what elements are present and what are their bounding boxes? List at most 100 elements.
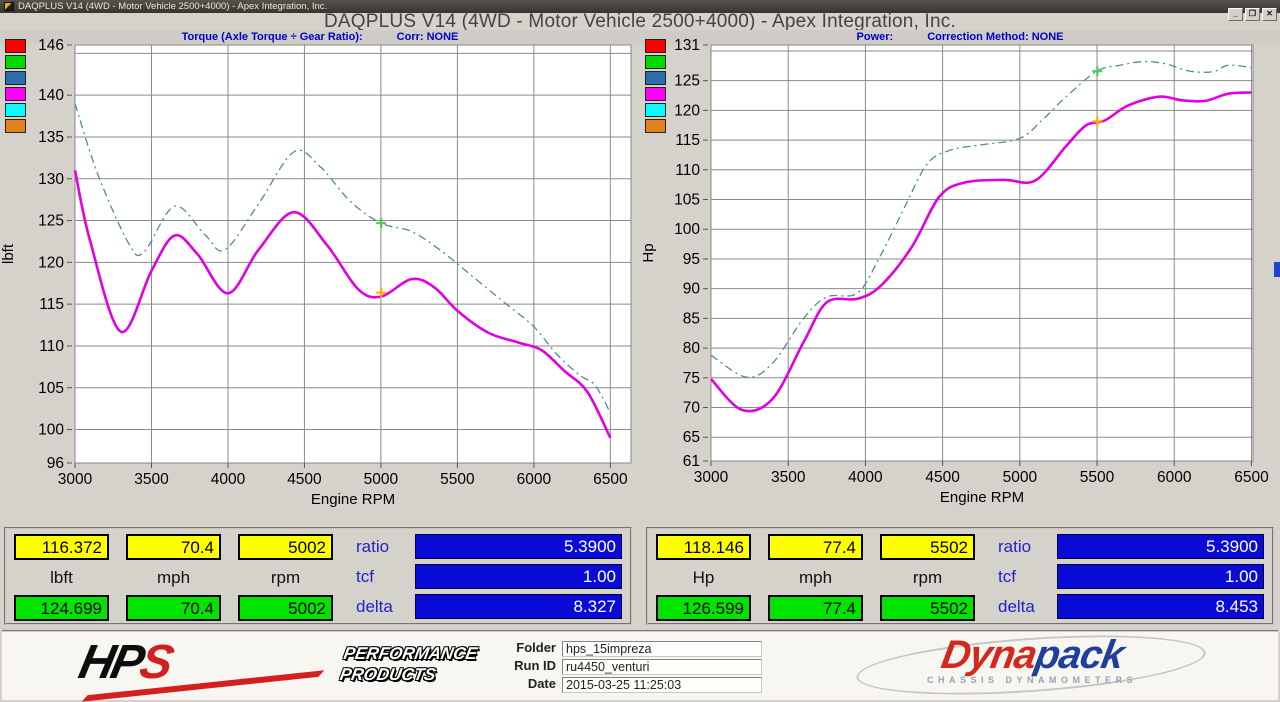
x-axis-label: Engine RPM xyxy=(940,489,1024,506)
dynapack-subtitle: CHASSIS DYNAMOMETERS xyxy=(864,675,1200,685)
y-tick-label: 125 xyxy=(674,73,700,90)
y-tick-label: 146 xyxy=(38,37,64,54)
unit-label: lbft xyxy=(14,568,109,588)
y-tick-label: 95 xyxy=(683,251,700,268)
app-icon xyxy=(4,2,14,11)
y-tick-label: 90 xyxy=(683,281,701,298)
tcf-label: tcf xyxy=(998,567,1050,587)
torque-readout-panel: 116.372 70.4 5002 lbft mph rpm 124.699 7… xyxy=(4,527,632,625)
y-axis-label: lbft xyxy=(0,243,17,264)
run-id-label: Run ID xyxy=(430,658,562,673)
folder-field[interactable]: hps_15impreza xyxy=(562,641,762,657)
delta-value: 8.453 xyxy=(1057,594,1264,619)
x-tick-label: 5000 xyxy=(1003,469,1038,486)
y-tick-label: 115 xyxy=(39,296,64,313)
y-tick-label: 100 xyxy=(38,422,64,439)
y-tick-label: 120 xyxy=(38,254,64,271)
edge-widget[interactable] xyxy=(1274,262,1280,277)
y-tick-label: 65 xyxy=(683,429,700,446)
y-tick-label: 140 xyxy=(38,87,64,104)
run-id-field[interactable]: ru4450_venturi xyxy=(562,659,762,675)
y-tick-label: 100 xyxy=(674,221,700,238)
x-tick-label: 6500 xyxy=(593,471,628,488)
folder-row: Folderhps_15impreza xyxy=(430,640,762,658)
window-controls: _ ❐ ✕ xyxy=(1228,8,1277,21)
y-tick-label: 130 xyxy=(38,171,64,188)
x-tick-label: 4500 xyxy=(287,471,322,488)
hps-logo: HPS PERFORMANCE PRODUCTS xyxy=(80,638,430,698)
y-tick-label: 125 xyxy=(38,213,64,230)
date-field[interactable]: 2015-03-25 11:25:03 xyxy=(562,677,762,693)
cursor-value-box: 118.146 xyxy=(656,534,751,560)
x-tick-label: 6000 xyxy=(1157,469,1192,486)
cursor-value-box: 116.372 xyxy=(14,534,109,560)
y-tick-label: 135 xyxy=(38,129,64,146)
footer: HPS PERFORMANCE PRODUCTS Folderhps_15imp… xyxy=(2,630,1278,700)
x-tick-label: 4500 xyxy=(925,469,960,486)
y-tick-label: 96 xyxy=(47,455,64,472)
reference-value-box: 124.699 xyxy=(14,595,109,621)
reference-value-box: 77.4 xyxy=(768,595,863,621)
y-tick-label: 85 xyxy=(683,310,700,327)
close-button[interactable]: ✕ xyxy=(1262,8,1277,21)
power-chart[interactable]: 3000350040004500500055006000650013112512… xyxy=(640,36,1280,520)
cursor-value-box: 70.4 xyxy=(126,534,221,560)
y-axis-label: Hp xyxy=(640,243,657,262)
x-tick-label: 4000 xyxy=(848,469,883,486)
reference-value-box: 5002 xyxy=(238,595,333,621)
hps-logo-hp: HP xyxy=(74,636,146,689)
cursor-value-box: 77.4 xyxy=(768,534,863,560)
cursor-value-box: 5502 xyxy=(880,534,975,560)
y-tick-label: 105 xyxy=(38,380,64,397)
reference-value-box: 5502 xyxy=(880,595,975,621)
date-label: Date xyxy=(430,676,562,691)
dynapack-logo-pack: pack xyxy=(1031,633,1126,677)
x-tick-label: 3000 xyxy=(694,469,729,486)
delta-value: 8.327 xyxy=(415,594,622,619)
tcf-value: 1.00 xyxy=(1057,564,1264,589)
x-tick-label: 3000 xyxy=(58,471,93,488)
unit-label: rpm xyxy=(880,568,975,588)
reference-value-box: 126.599 xyxy=(656,595,751,621)
unit-label: Hp xyxy=(656,568,751,588)
x-tick-label: 6000 xyxy=(517,471,552,488)
reference-value-box: 70.4 xyxy=(126,595,221,621)
run-id-row: Run IDru4450_venturi xyxy=(430,658,762,676)
x-tick-label: 3500 xyxy=(134,471,169,488)
unit-label: mph xyxy=(768,568,863,588)
restore-button[interactable]: ❐ xyxy=(1245,8,1260,21)
tcf-value: 1.00 xyxy=(415,564,622,589)
y-tick-label: 75 xyxy=(683,370,700,387)
run-info-fields: Folderhps_15impreza Run IDru4450_venturi… xyxy=(430,640,762,694)
x-tick-label: 3500 xyxy=(771,469,806,486)
plot-area[interactable] xyxy=(711,45,1253,461)
torque-chart[interactable]: 3000 3500 4000 4500 5000 5500 6000 6500 146 140 13… xyxy=(0,36,640,520)
power-readout-panel: 118.146 77.4 5502 Hp mph rpm 126.599 77.… xyxy=(646,527,1274,625)
y-tick-label: 110 xyxy=(675,162,700,179)
y-tick-label: 120 xyxy=(674,102,700,119)
x-tick-label: 4000 xyxy=(211,471,246,488)
y-tick-label: 70 xyxy=(683,400,701,417)
ratio-label: ratio xyxy=(998,537,1050,557)
x-axis-label: Engine RPM xyxy=(311,491,395,508)
x-tick-label: 5500 xyxy=(440,471,475,488)
y-tick-label: 115 xyxy=(675,132,700,149)
ratio-label: ratio xyxy=(356,537,408,557)
x-tick-label: 5500 xyxy=(1080,469,1115,486)
folder-label: Folder xyxy=(430,640,562,655)
delta-label: delta xyxy=(356,597,408,617)
plot-area[interactable] xyxy=(75,45,631,463)
unit-label: mph xyxy=(126,568,221,588)
x-tick-label: 6500 xyxy=(1234,469,1269,486)
y-tick-label: 61 xyxy=(683,453,700,470)
date-row: Date2015-03-25 11:25:03 xyxy=(430,676,762,694)
dynapack-logo: Dynapack CHASSIS DYNAMOMETERS xyxy=(864,634,1200,685)
y-tick-label: 80 xyxy=(683,340,701,357)
ratio-value: 5.3900 xyxy=(1057,534,1264,559)
unit-label: rpm xyxy=(238,568,333,588)
x-tick-label: 5000 xyxy=(364,471,399,488)
cursor-value-box: 5002 xyxy=(238,534,333,560)
dynapack-logo-dyna: Dyna xyxy=(938,633,1040,677)
minimize-button[interactable]: _ xyxy=(1228,8,1243,21)
tcf-label: tcf xyxy=(356,567,408,587)
